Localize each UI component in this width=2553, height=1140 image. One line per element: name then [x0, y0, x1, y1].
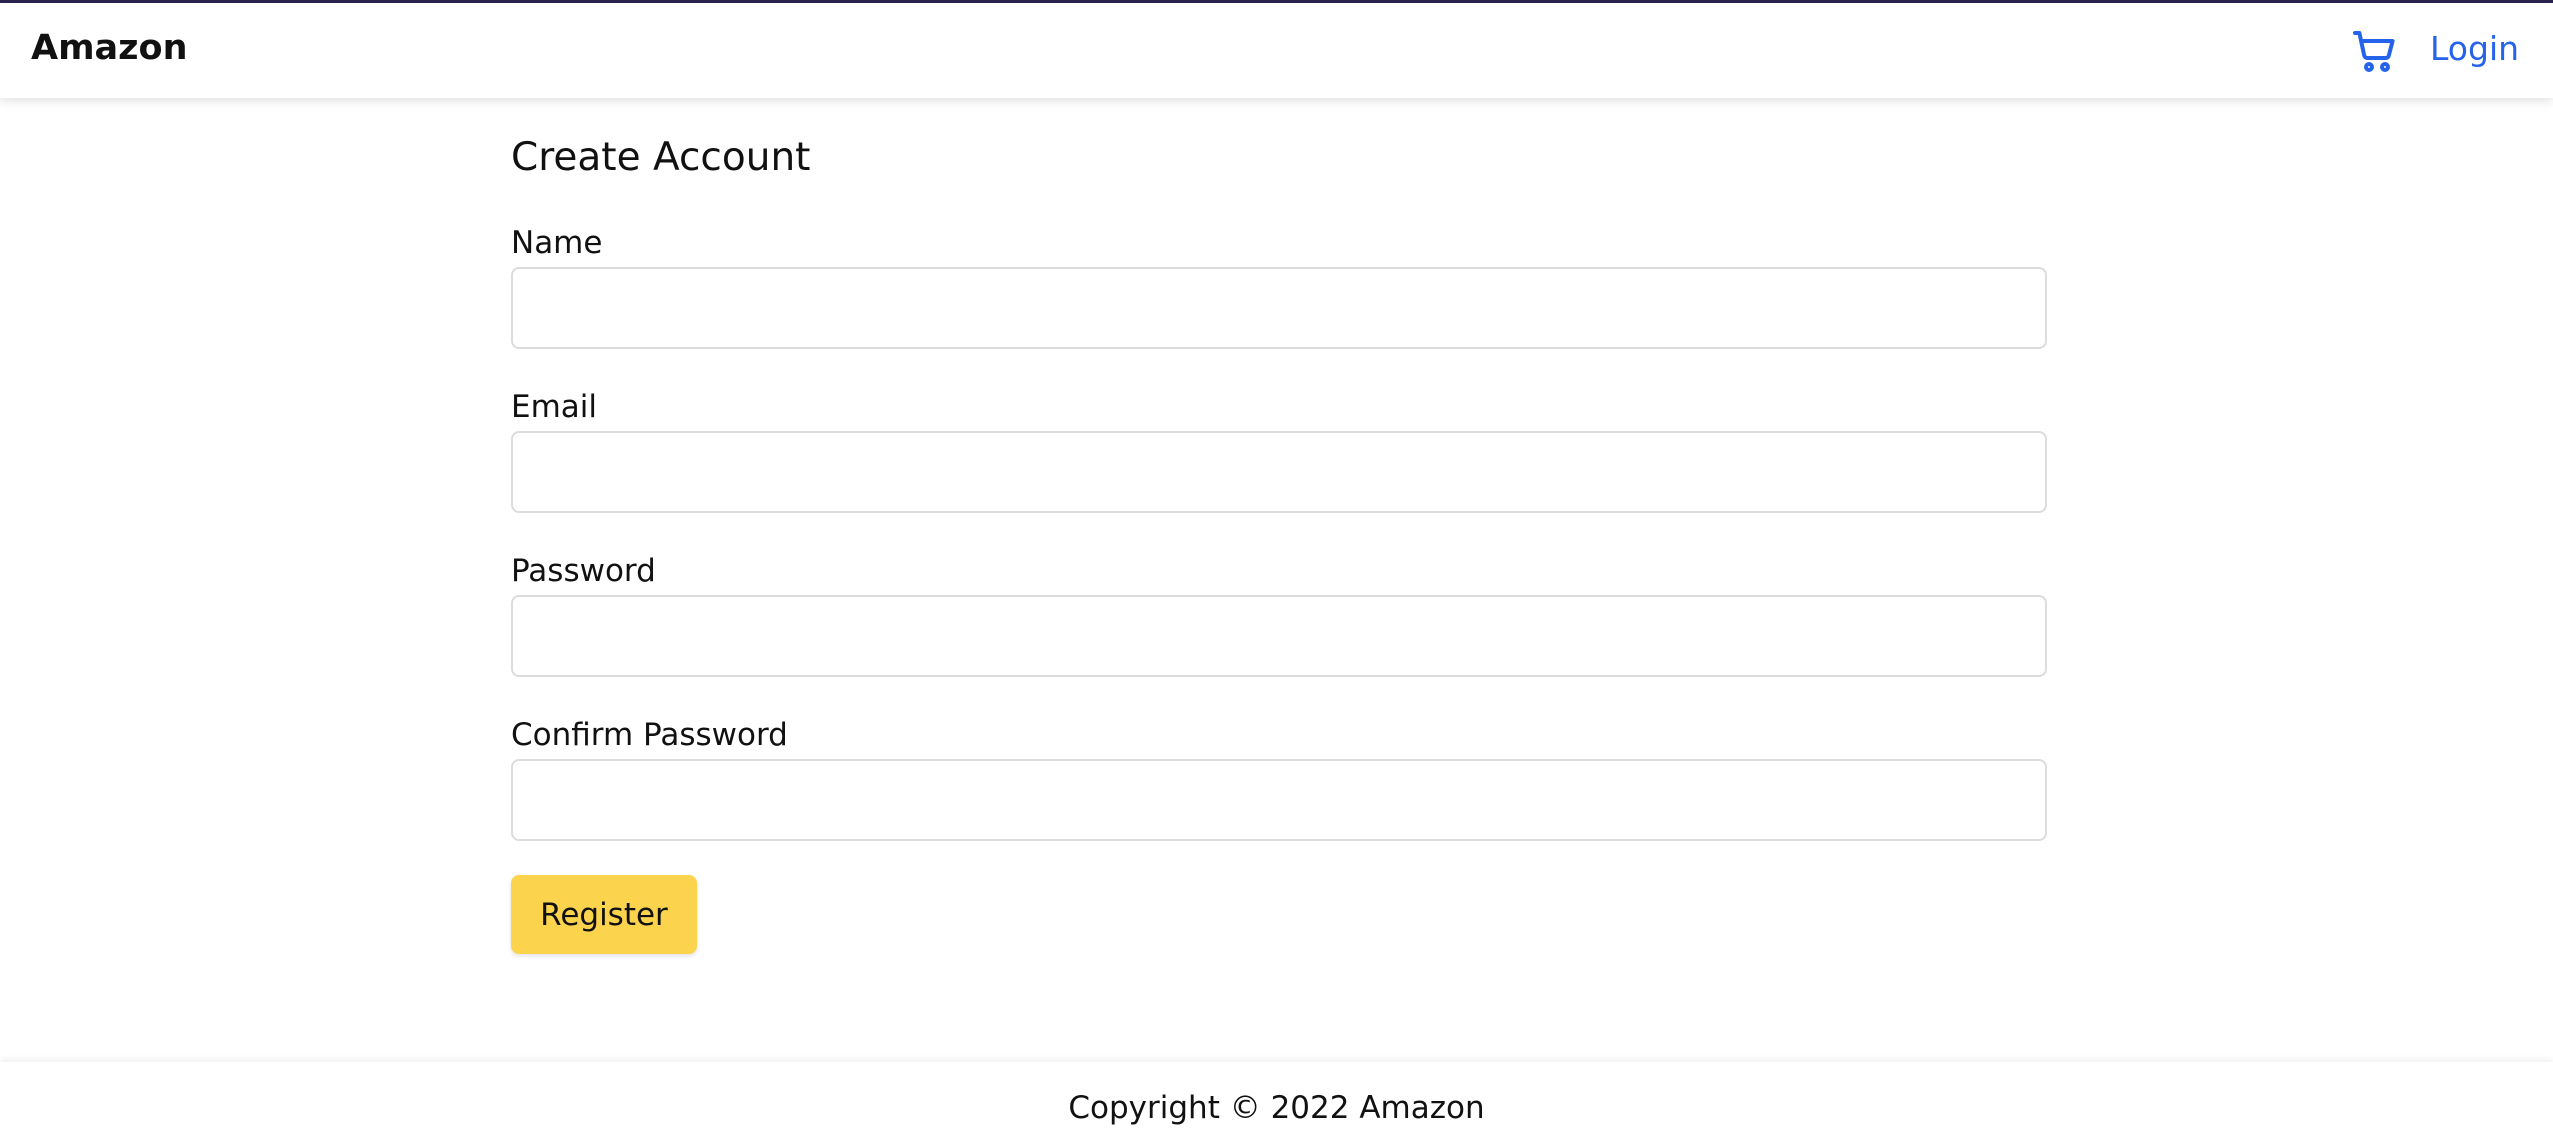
cart-link[interactable] — [2350, 27, 2398, 75]
name-input[interactable] — [511, 267, 2047, 349]
brand-logo-link[interactable]: Amazon — [31, 27, 188, 69]
password-input[interactable] — [511, 595, 2047, 677]
register-button[interactable]: Register — [511, 875, 697, 954]
email-input[interactable] — [511, 431, 2047, 513]
navbar: Amazon Login — [0, 3, 2553, 98]
confirm-password-label: Confirm Password — [511, 717, 788, 753]
footer: Copyright © 2022 Amazon — [0, 1062, 2553, 1140]
name-label: Name — [511, 225, 603, 261]
page: Amazon Login Create Account Name Email P… — [0, 0, 2553, 1140]
shopping-cart-icon — [2353, 31, 2395, 72]
page-title: Create Account — [511, 135, 811, 180]
copyright-text: Copyright © 2022 Amazon — [1068, 1090, 1485, 1126]
password-label: Password — [511, 553, 656, 589]
confirm-password-input[interactable] — [511, 759, 2047, 841]
email-label: Email — [511, 389, 598, 425]
login-link[interactable]: Login — [2430, 29, 2519, 69]
